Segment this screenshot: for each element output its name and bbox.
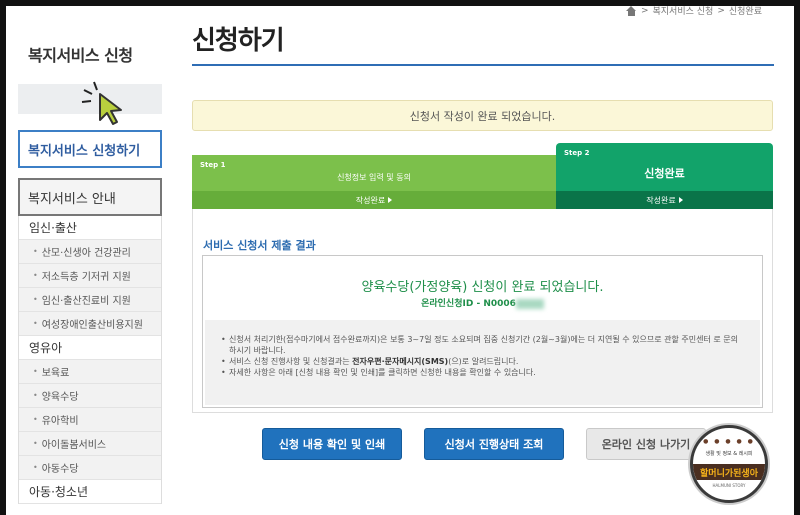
result-section-title: 서비스 신청서 제출 결과 — [203, 239, 316, 252]
sidebar-subitem[interactable]: 임신·출산진료비 지원 — [19, 288, 161, 312]
cursor-click-icon — [81, 81, 122, 125]
page-title: 신청하기 — [192, 26, 285, 56]
breadcrumb-separator: > — [640, 5, 649, 16]
application-id-label: 온라인신청ID - N0006 — [421, 299, 516, 309]
step-indicator: Step 1 신청정보 입력 및 동의 작성완료 Step 2 신청완료 작성완… — [192, 143, 773, 209]
step-label: 신청완료 — [644, 167, 685, 180]
badge-top-text: 생활 및 정보 & 레시피 — [705, 451, 753, 457]
redacted-id — [515, 298, 544, 309]
note-emphasis: 전자우편·문자메시지(SMS) — [352, 357, 449, 366]
sidebar-subitem[interactable]: 보육료 — [19, 360, 161, 384]
title-divider — [192, 64, 774, 66]
completion-notice: 신청서 작성이 완료 되었습니다. — [192, 100, 773, 131]
step-number: Step 1 — [200, 161, 226, 169]
sidebar-subitem[interactable]: 여성장애인출산비용지원 — [19, 312, 161, 336]
breadcrumb-item-current: 신청완료 — [728, 7, 762, 17]
sidebar-item-apply[interactable]: 복지서비스 신청하기 — [18, 130, 162, 168]
step-2: Step 2 신청완료 작성완료 — [556, 143, 773, 209]
step-1: Step 1 신청정보 입력 및 동의 작성완료 — [192, 155, 556, 209]
sidebar-subitem[interactable]: 저소득층 기저귀 지원 — [19, 264, 161, 288]
sidebar-subitem[interactable]: 산모·신생아 건강관리 — [19, 240, 161, 264]
sidebar-list: 임신·출산 산모·신생아 건강관리 저소득층 기저귀 지원 임신·출산진료비 지… — [18, 216, 162, 504]
sidebar-subitem[interactable]: 양육수당 — [19, 384, 161, 408]
note-item: 신청서 처리기한(접수마기에서 접수완료까지)은 보통 3~7일 정도 소요되며… — [221, 334, 744, 356]
result-panel: 서비스 신청서 제출 결과 양육수당(가정양육) 신청이 완료 되었습니다. 온… — [192, 209, 773, 413]
breadcrumb: > 복지서비스 신청 > 신청완료 — [625, 4, 762, 17]
sidebar-subitem[interactable]: 유아학비 — [19, 408, 161, 432]
note-item: 서비스 신청 진행사항 및 신청결과는 전자우편·문자메시지(SMS)(으)로 … — [221, 356, 744, 367]
sidebar-category-infant[interactable]: 영유아 — [19, 336, 161, 360]
notes-box: 신청서 처리기한(접수마기에서 접수완료까지)은 보통 3~7일 정도 소요되며… — [205, 320, 760, 405]
badge-dots: ● ● ● ● ● — [703, 438, 755, 445]
completion-message: 양육수당(가정양육) 신청이 완료 되었습니다. — [361, 280, 604, 295]
sidebar-subitem[interactable]: 아이돌봄서비스 — [19, 432, 161, 456]
arrow-right-icon — [678, 197, 683, 203]
exit-online-application-button[interactable]: 온라인 신청 나가기 — [586, 428, 706, 460]
sidebar-category-youth[interactable]: 아동·청소년 — [19, 480, 161, 504]
sidebar-title: 복지서비스 신청 — [28, 46, 133, 65]
breadcrumb-separator: > — [717, 5, 725, 16]
badge-sub-text: HALMUNI STORY — [712, 483, 746, 488]
step-status-text: 작성완료 — [646, 195, 676, 205]
badge-ribbon: 할머니가된생아 — [693, 464, 765, 480]
note-text: (으)로 알려드립니다. — [448, 357, 519, 366]
sidebar-subitem[interactable]: 아동수당 — [19, 456, 161, 480]
sidebar-header: 복지서비스 신청 — [18, 12, 162, 125]
step-status: 작성완료 — [556, 191, 773, 209]
step-number: Step 2 — [564, 149, 590, 157]
print-application-button[interactable]: 신청 내용 확인 및 인쇄 — [262, 428, 402, 460]
step-status: 작성완료 — [192, 191, 556, 209]
application-id: 온라인신청ID - N0006 — [203, 296, 762, 309]
arrow-right-icon — [388, 197, 393, 203]
check-status-button[interactable]: 신청서 진행상태 조회 — [424, 428, 564, 460]
note-item: 자세한 사항은 아래 [신청 내용 확인 및 인쇄]를 클릭하면 신청한 내용을… — [221, 367, 744, 378]
sidebar-category-pregnancy[interactable]: 임신·출산 — [19, 216, 161, 240]
watermark-badge: ● ● ● ● ● 생활 및 정보 & 레시피 할머니가된생아 HALMUNI … — [690, 425, 768, 503]
sidebar-section-guide[interactable]: 복지서비스 안내 — [18, 178, 162, 216]
note-text: 서비스 신청 진행사항 및 신청결과는 — [229, 357, 353, 366]
window-frame-right — [794, 0, 800, 515]
breadcrumb-item[interactable]: 복지서비스 신청 — [653, 4, 714, 17]
sidebar: 복지서비스 신청 복지서비스 신청하기 복지서비스 안내 임신·출산 산모·신생… — [18, 12, 162, 504]
home-icon[interactable] — [625, 5, 637, 16]
result-inner-box: 양육수당(가정양육) 신청이 완료 되었습니다. 온라인신청ID - N0006… — [202, 255, 763, 408]
step-label: 신청정보 입력 및 동의 — [337, 173, 411, 182]
step-status-text: 작성완료 — [355, 195, 386, 205]
window-frame-left — [0, 0, 6, 515]
